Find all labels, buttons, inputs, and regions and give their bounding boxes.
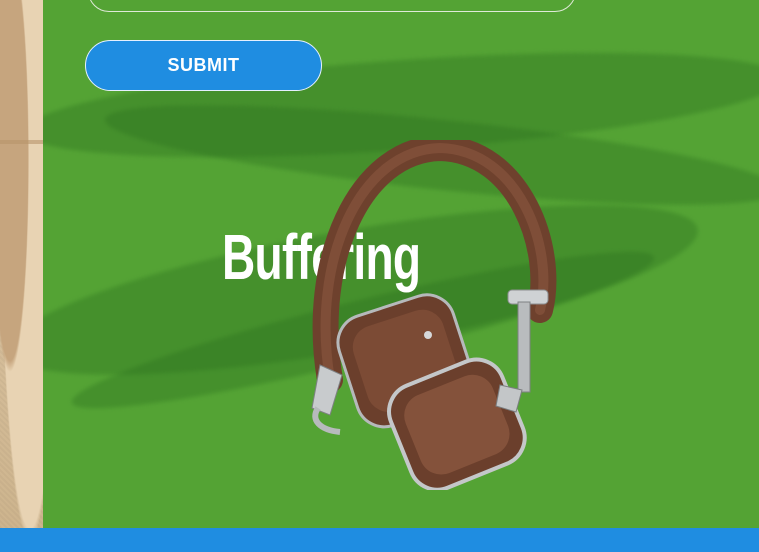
submit-button[interactable]: SUBMIT <box>85 40 322 91</box>
bottom-bar <box>0 528 759 552</box>
headphones-icon <box>311 140 557 490</box>
text-input-field[interactable] <box>88 0 576 12</box>
sofa-background-image <box>0 0 43 528</box>
